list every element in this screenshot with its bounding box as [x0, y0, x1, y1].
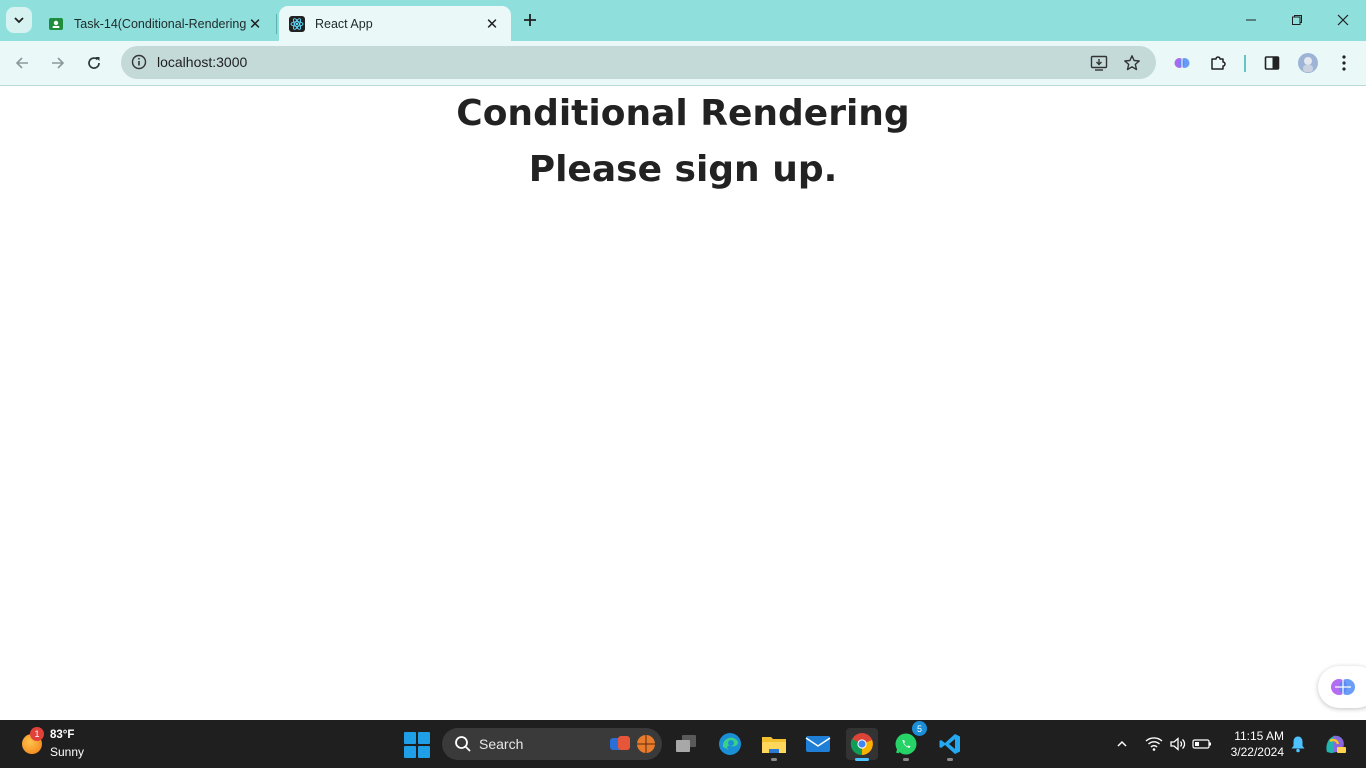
taskbar-search[interactable]: Search — [442, 728, 662, 760]
file-explorer-app[interactable] — [758, 728, 790, 761]
minimize-icon — [1246, 19, 1256, 21]
close-icon — [1337, 14, 1349, 26]
reload-icon — [88, 57, 100, 69]
windows-start-button[interactable] — [404, 732, 430, 758]
copilot-floating-button[interactable] — [1318, 666, 1366, 708]
tab-task-14[interactable]: Task-14(Conditional-Rendering) ✕ — [38, 6, 274, 41]
search-icon — [455, 736, 471, 752]
running-indicator — [947, 758, 953, 761]
tab-title: React App — [315, 16, 373, 31]
tab-title: Task-14(Conditional-Rendering) — [74, 16, 246, 31]
forward-button[interactable] — [45, 50, 71, 76]
weather-widget[interactable]: 1 83°F Sunny — [18, 727, 118, 761]
back-button[interactable] — [9, 50, 35, 76]
mail-app[interactable] — [802, 728, 834, 760]
volume-icon[interactable] — [1168, 734, 1188, 754]
folder-icon — [762, 737, 786, 753]
copilot-extension-icon[interactable] — [1169, 50, 1195, 76]
page-viewport: Conditional Rendering Please sign up. — [0, 87, 1366, 720]
address-bar[interactable]: localhost:3000 — [121, 46, 1156, 79]
notification-bell-icon[interactable] — [1288, 734, 1308, 754]
new-tab-button[interactable] — [518, 8, 542, 32]
unread-badge: 5 — [912, 721, 927, 736]
tab-separator — [276, 14, 277, 34]
arrow-right-icon — [52, 57, 65, 69]
chrome-app[interactable] — [846, 728, 878, 761]
google-classroom-icon — [48, 16, 64, 32]
side-panel-icon[interactable] — [1259, 50, 1285, 76]
tab-react-app[interactable]: React App ✕ — [279, 6, 511, 41]
system-clock[interactable]: 11:15 AM 3/22/2024 — [1222, 728, 1284, 760]
weather-condition: Sunny — [50, 745, 85, 759]
battery-icon[interactable] — [1192, 734, 1212, 754]
browser-toolbar: localhost:3000 — [0, 41, 1366, 86]
plus-icon — [524, 14, 536, 26]
extensions-puzzle-icon[interactable] — [1205, 50, 1231, 76]
chevron-up-icon — [1117, 740, 1127, 747]
mail-icon — [805, 736, 831, 752]
chrome-icon — [850, 733, 873, 756]
show-hidden-icons-button[interactable] — [1112, 734, 1132, 754]
close-tab-icon[interactable]: ✕ — [483, 15, 501, 33]
site-info-icon[interactable] — [129, 52, 149, 72]
active-indicator — [855, 758, 869, 761]
bookmark-star-icon[interactable] — [1121, 52, 1143, 74]
search-highlight-icon — [610, 735, 655, 753]
edge-icon — [719, 733, 741, 755]
whatsapp-icon — [895, 733, 917, 755]
running-indicator — [903, 758, 909, 761]
browser-menu-button[interactable] — [1331, 50, 1357, 76]
react-logo-icon — [289, 15, 305, 32]
chevron-down-icon — [14, 17, 24, 24]
close-tab-icon[interactable]: ✕ — [246, 15, 264, 33]
weather-temperature: 83°F — [50, 729, 75, 741]
windows-taskbar: 1 83°F Sunny Search 5 11:15 AM 3/22/2024 — [0, 720, 1366, 768]
task-view-icon — [676, 735, 696, 752]
url-text[interactable]: localhost:3000 — [157, 54, 247, 70]
restore-button[interactable] — [1274, 0, 1320, 40]
more-vertical-icon — [1342, 55, 1346, 71]
vscode-app[interactable] — [934, 728, 966, 761]
profile-avatar[interactable] — [1295, 50, 1321, 76]
copilot-icon — [1331, 679, 1355, 695]
signup-message: Please sign up. — [528, 149, 838, 190]
windows-logo-icon — [404, 732, 416, 744]
clock-date: 3/22/2024 — [1230, 745, 1284, 759]
install-app-icon[interactable] — [1088, 52, 1110, 74]
whatsapp-app[interactable]: 5 — [890, 721, 927, 761]
wifi-icon[interactable] — [1144, 734, 1164, 754]
minimize-button[interactable] — [1228, 0, 1274, 40]
copilot-taskbar-icon[interactable] — [1322, 731, 1348, 757]
toolbar-divider — [1244, 55, 1246, 72]
running-indicator — [771, 758, 777, 761]
reload-button[interactable] — [81, 50, 107, 76]
tab-search-button[interactable] — [6, 7, 32, 33]
search-label: Search — [479, 736, 524, 752]
close-window-button[interactable] — [1320, 0, 1366, 40]
arrow-left-icon — [15, 57, 28, 69]
page-title: Conditional Rendering — [456, 93, 910, 134]
clock-time: 11:15 AM — [1234, 729, 1284, 743]
task-view-button[interactable] — [670, 728, 702, 760]
vscode-icon — [939, 734, 960, 754]
restore-icon — [1292, 15, 1302, 25]
notification-badge: 1 — [30, 727, 44, 741]
browser-tab-strip: Task-14(Conditional-Rendering) ✕ React A… — [0, 0, 1366, 41]
edge-app[interactable] — [714, 728, 746, 760]
